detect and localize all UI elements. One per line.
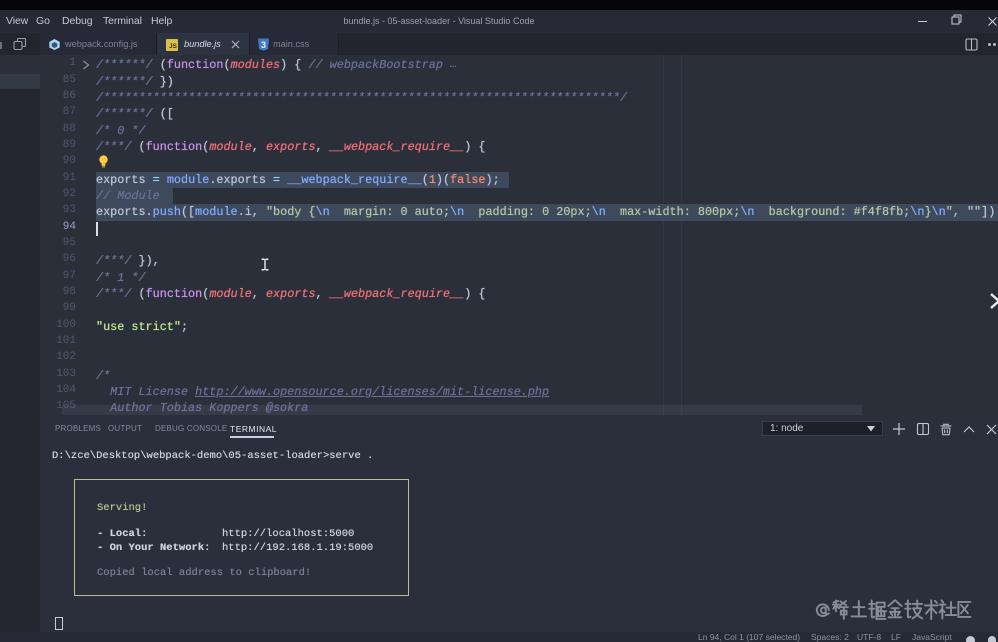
svg-text:3: 3 — [261, 40, 266, 50]
